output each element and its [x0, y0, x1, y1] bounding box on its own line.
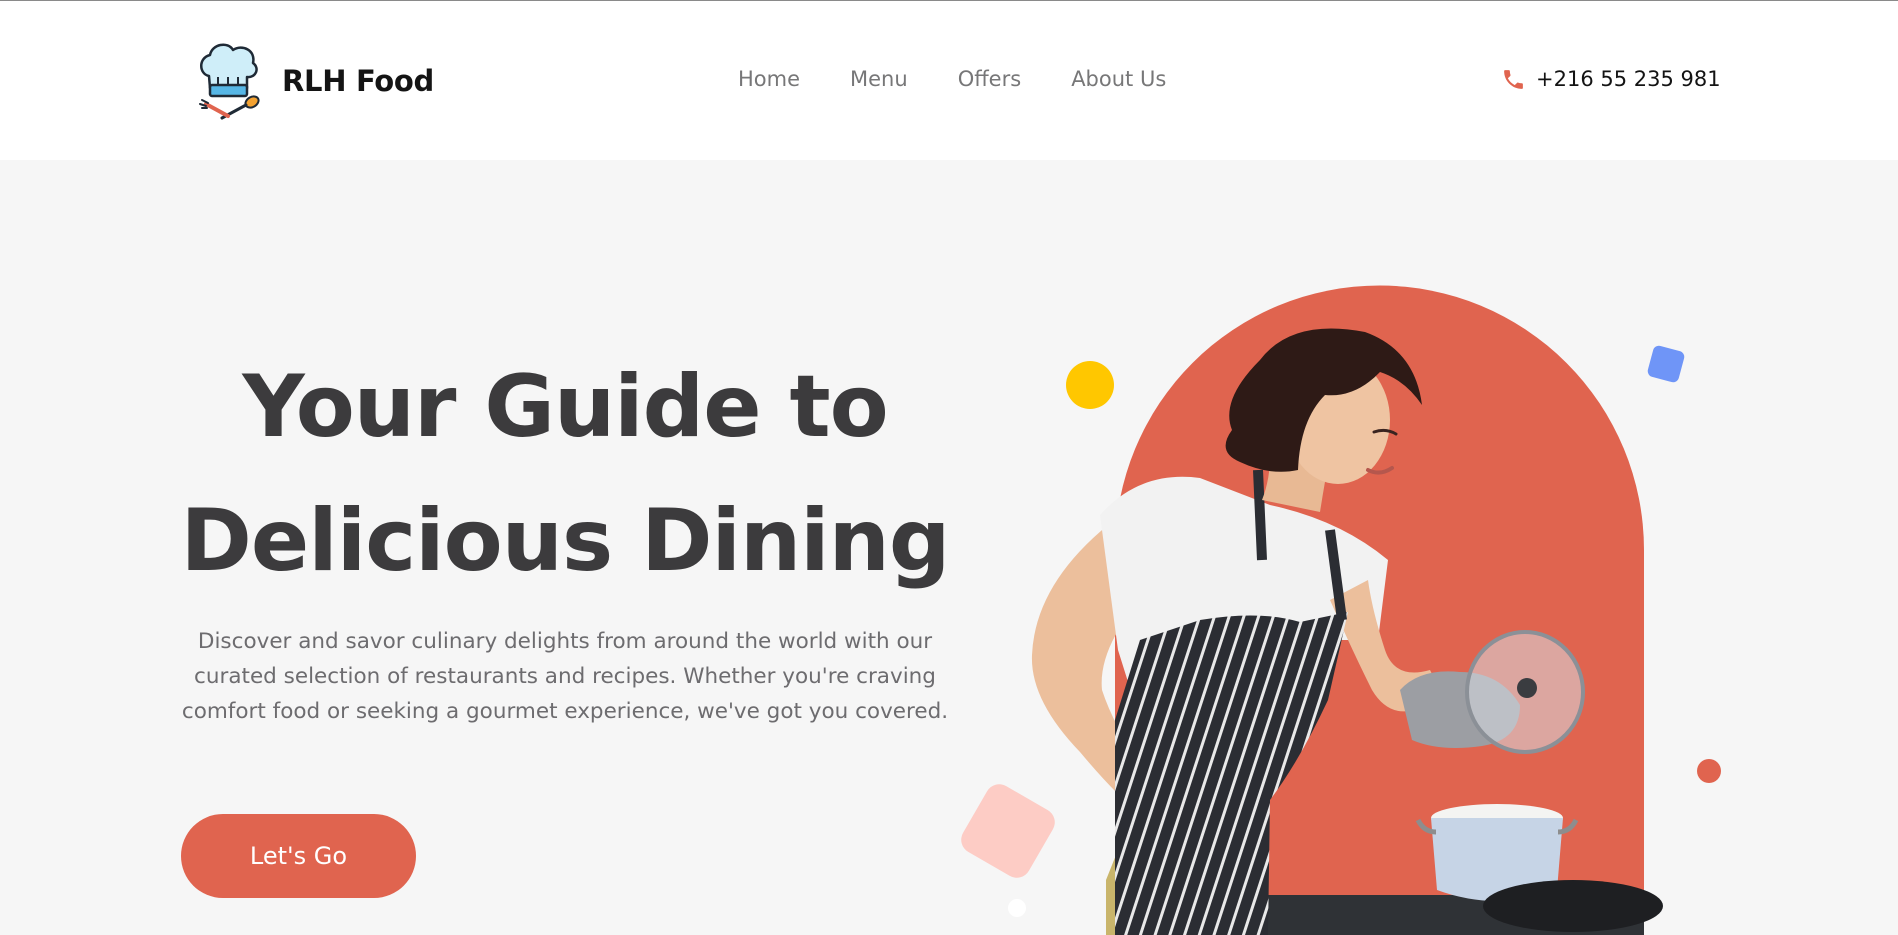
red-dot-decoration: [1697, 759, 1721, 783]
white-dot-decoration: [1008, 899, 1026, 917]
phone-contact-link[interactable]: +216 55 235 981: [1501, 64, 1721, 94]
hero-title: Your Guide to Delicious Dining: [160, 340, 970, 608]
hero-title-line-2: Delicious Dining: [180, 491, 951, 591]
main-navigation: Home Menu Offers About Us: [738, 64, 1166, 94]
hero-title-line-1: Your Guide to: [242, 357, 888, 457]
nav-link-offers[interactable]: Offers: [958, 64, 1022, 94]
hero-description: Discover and savor culinary delights fro…: [181, 629, 949, 724]
nav-link-menu[interactable]: Menu: [850, 64, 908, 94]
pink-square-decoration: [961, 784, 1055, 878]
brand-home-link[interactable]: RLH Food: [196, 42, 434, 120]
yellow-dot-decoration: [1066, 361, 1114, 409]
phone-icon: [1504, 69, 1523, 89]
lets-go-button[interactable]: Let's Go: [181, 814, 416, 898]
phone-number: +216 55 235 981: [1536, 67, 1721, 91]
nav-link-about-us[interactable]: About Us: [1071, 64, 1166, 94]
chef-hat-logo-icon: [199, 43, 260, 120]
brand-name: RLH Food: [282, 64, 435, 98]
site-header: RLH Food Home Menu Offers About Us +216 …: [0, 1, 1898, 160]
nav-link-home[interactable]: Home: [738, 64, 800, 94]
blue-square-decoration: [1647, 345, 1685, 383]
